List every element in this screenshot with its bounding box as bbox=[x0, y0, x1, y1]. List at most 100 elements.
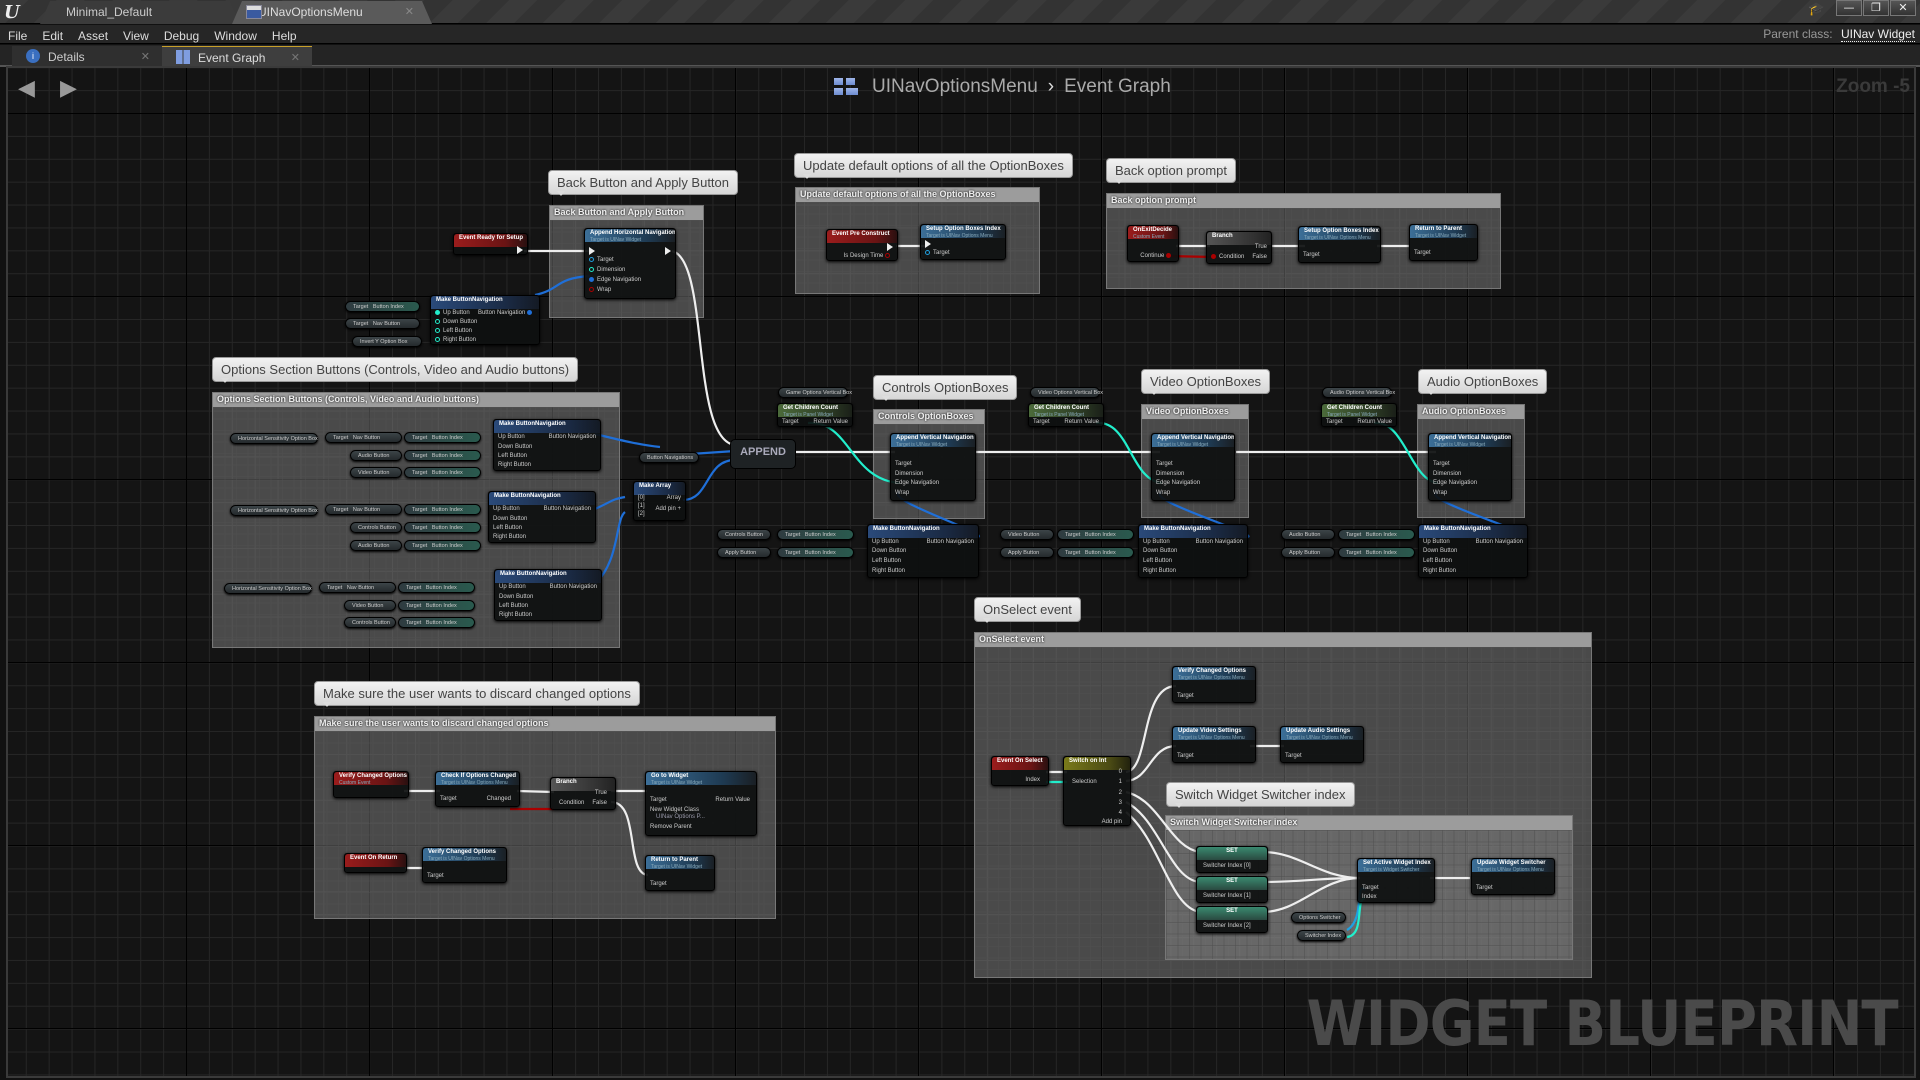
pin-return-value[interactable]: Return Value bbox=[1357, 419, 1392, 425]
var-target-button-index[interactable]: Target Button Index bbox=[777, 547, 854, 558]
pin-right-button[interactable]: Right Button bbox=[1143, 568, 1176, 574]
node-update-widget-switcher[interactable]: Update Widget Switcher Target is UINav Op… bbox=[1471, 858, 1555, 895]
pin-case-1[interactable]: 1 bbox=[1119, 779, 1122, 785]
pin-left-button[interactable]: Left Button bbox=[499, 603, 528, 609]
pin-array-out[interactable]: Array bbox=[667, 495, 681, 501]
pin-index[interactable]: Index bbox=[1025, 777, 1040, 783]
pin-dimension[interactable]: Dimension bbox=[895, 471, 923, 477]
var-video-button[interactable]: Video Button bbox=[344, 600, 396, 611]
pin-right-button[interactable]: Right Button bbox=[1423, 568, 1456, 574]
pin-wrap[interactable]: Wrap bbox=[589, 287, 611, 293]
node-verify-changed-options-call[interactable]: Verify Changed Options Target is UINav Op… bbox=[422, 847, 507, 883]
node-setup-option-boxes-index[interactable]: Setup Option Boxes Index Target is UINav … bbox=[920, 224, 1006, 260]
node-append-horizontal-navigation[interactable]: Append Horizontal Navigation Target is UI… bbox=[584, 228, 676, 299]
pin-right-button[interactable]: Right Button bbox=[872, 568, 905, 574]
var-switcher-index[interactable]: Switcher Index bbox=[1297, 930, 1346, 941]
var-controls-button[interactable]: Controls Button bbox=[344, 617, 396, 628]
var-target-button-index[interactable]: Target Button Index bbox=[398, 582, 475, 593]
pin-button-navigation[interactable]: Button Navigation bbox=[544, 506, 591, 512]
pin-down-button[interactable]: Down Button bbox=[1143, 548, 1177, 554]
pin-switcher-index[interactable]: Switcher Index [2] bbox=[1203, 923, 1251, 929]
node-branch[interactable]: Branch Condition True False bbox=[550, 777, 616, 810]
pin-right-button[interactable]: Right Button bbox=[493, 534, 526, 540]
exec-out-pin[interactable] bbox=[517, 246, 523, 254]
pin-up-button[interactable]: Up Button bbox=[1423, 539, 1450, 545]
pin-edge-navigation[interactable]: Edge Navigation bbox=[589, 277, 641, 283]
pin-target[interactable]: Target bbox=[895, 461, 912, 467]
close-tab-icon[interactable]: ✕ bbox=[405, 5, 414, 18]
pin-target[interactable]: Target bbox=[1362, 885, 1379, 891]
node-event-ready-for-setup[interactable]: Event Ready for Setup bbox=[453, 233, 528, 255]
pin-target[interactable]: Target bbox=[589, 257, 614, 263]
var-button-navigations[interactable]: Button Navigations bbox=[639, 452, 699, 463]
doc-tab-uinav-options-menu[interactable]: UINavOptionsMenu ✕ bbox=[232, 1, 432, 24]
node-event-on-select[interactable]: Event On Select Index bbox=[991, 756, 1049, 786]
node-go-to-widget[interactable]: Go to Widget Target is UINav Widget Targe… bbox=[645, 771, 757, 836]
pin-switcher-index[interactable]: Switcher Index [0] bbox=[1203, 863, 1251, 869]
pin-wrap[interactable]: Wrap bbox=[1433, 490, 1447, 496]
node-append-vertical-navigation[interactable]: Append Vertical Navigation Target is UINa… bbox=[1428, 433, 1512, 501]
pin-edge-navigation[interactable]: Edge Navigation bbox=[1156, 480, 1200, 486]
node-check-if-options-changed[interactable]: Check If Options Changed Target is UINav … bbox=[435, 771, 520, 807]
back-arrow-icon[interactable]: ◀ bbox=[18, 78, 42, 100]
pin-selection[interactable]: Selection bbox=[1072, 779, 1097, 785]
exec-out-pin[interactable] bbox=[887, 243, 893, 251]
var-target-button-index[interactable]: Target Button Index bbox=[404, 467, 481, 478]
pin-new-widget-class[interactable]: New Widget Class bbox=[650, 807, 699, 813]
pin-up-button[interactable]: Up Button bbox=[499, 584, 526, 590]
var-apply-button[interactable]: Apply Button bbox=[1000, 547, 1054, 558]
add-pin-button[interactable]: Add pin + bbox=[655, 506, 681, 512]
pin-condition[interactable]: Condition bbox=[1211, 254, 1244, 260]
pin-target[interactable]: Target bbox=[427, 873, 444, 879]
tab-event-graph[interactable]: Event Graph ✕ bbox=[162, 46, 312, 67]
forward-arrow-icon[interactable]: ▶ bbox=[60, 78, 84, 100]
var-controls-button[interactable]: Controls Button bbox=[717, 529, 771, 540]
pin-right-button[interactable]: Right Button bbox=[435, 337, 476, 343]
pin-array-0[interactable]: [0] bbox=[638, 495, 645, 501]
node-get-children-count[interactable]: Get Children Count Target is Panel Widget… bbox=[777, 403, 853, 427]
pin-button-navigation[interactable]: Button Navigation bbox=[1196, 539, 1243, 545]
pin-left-button[interactable]: Left Button bbox=[435, 328, 472, 334]
parent-class-link[interactable]: UINav Widget bbox=[1840, 27, 1915, 42]
tab-details[interactable]: i Details ✕ bbox=[12, 46, 162, 67]
var-invert-y-option-box[interactable]: Invert Y Option Box bbox=[352, 336, 422, 347]
var-apply-button[interactable]: Apply Button bbox=[1281, 547, 1335, 558]
menu-window[interactable]: Window bbox=[206, 27, 264, 43]
node-set-switcher-index-1[interactable]: SET Switcher Index [1] bbox=[1196, 876, 1268, 903]
pin-left-button[interactable]: Left Button bbox=[1143, 558, 1172, 564]
pin-left-button[interactable]: Left Button bbox=[498, 453, 527, 459]
add-pin-button[interactable]: Add pin bbox=[1102, 819, 1122, 825]
pin-down-button[interactable]: Down Button bbox=[499, 594, 533, 600]
var-audio-options-vertical-box[interactable]: Audio Options Vertical Box bbox=[1322, 387, 1395, 398]
var-target-nav-button[interactable]: Target Nav Button bbox=[325, 432, 402, 443]
menu-asset[interactable]: Asset bbox=[70, 27, 115, 43]
pin-target[interactable]: Target bbox=[440, 796, 457, 802]
close-window-button[interactable]: ✕ bbox=[1890, 0, 1916, 16]
pin-down-button[interactable]: Down Button bbox=[872, 548, 906, 554]
restore-button[interactable]: ❐ bbox=[1863, 0, 1889, 16]
node-event-on-return[interactable]: Event On Return bbox=[344, 853, 407, 873]
var-target-button-index[interactable]: Target Button Index bbox=[345, 301, 420, 312]
var-target-nav-button[interactable]: Target Nav Button bbox=[319, 582, 396, 593]
pin-down-button[interactable]: Down Button bbox=[498, 444, 532, 450]
pin-case-2[interactable]: 2 bbox=[1119, 790, 1122, 796]
pin-target[interactable]: Target bbox=[1433, 461, 1450, 467]
pin-target[interactable]: Target bbox=[925, 250, 950, 256]
pin-continue[interactable]: Continue bbox=[1140, 253, 1174, 259]
pin-false[interactable]: False bbox=[592, 800, 607, 806]
close-tab-icon[interactable]: ✕ bbox=[141, 50, 150, 63]
exec-in-pin[interactable] bbox=[589, 247, 595, 255]
exec-out-pin[interactable] bbox=[665, 247, 671, 255]
pin-case-4[interactable]: 4 bbox=[1119, 810, 1122, 816]
pin-button-navigation[interactable]: Button Navigation bbox=[478, 310, 535, 316]
pin-left-button[interactable]: Left Button bbox=[493, 525, 522, 531]
menu-file[interactable]: File bbox=[0, 27, 34, 43]
node-append-vertical-navigation[interactable]: Append Vertical Navigation Target is UINa… bbox=[1151, 433, 1235, 501]
pin-target[interactable]: Target bbox=[782, 419, 799, 425]
node-verify-changed-options-event[interactable]: Verify Changed Options Custom Event bbox=[333, 771, 409, 798]
pin-up-button[interactable]: Up Button bbox=[498, 434, 525, 440]
pin-button-navigation[interactable]: Button Navigation bbox=[1476, 539, 1523, 545]
var-controls-button[interactable]: Controls Button bbox=[350, 522, 402, 533]
pin-left-button[interactable]: Left Button bbox=[872, 558, 901, 564]
pin-case-3[interactable]: 3 bbox=[1119, 800, 1122, 806]
